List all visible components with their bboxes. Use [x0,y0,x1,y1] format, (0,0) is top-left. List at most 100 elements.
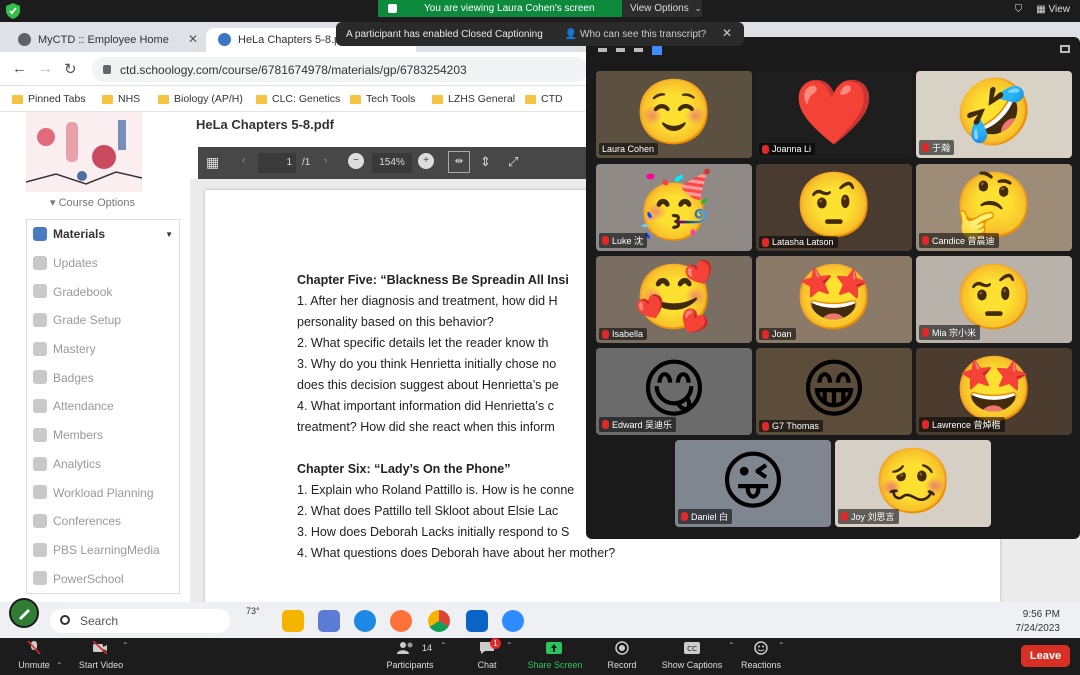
zoom-in-icon[interactable]: + [418,153,434,169]
outlook-icon[interactable] [466,610,488,632]
participant-tile[interactable]: 🥳 Luke 沈 [596,164,752,251]
fit-height-icon[interactable]: ⇕ [480,154,491,170]
recording-info-icon[interactable]: ⛉ [1015,4,1023,15]
firefox-icon[interactable] [390,610,412,632]
participant-name: Mia 宗小米 [932,328,977,338]
weather-widget[interactable]: 73° [246,606,260,616]
sidebar-item-attendance[interactable]: Attendance [27,392,179,421]
participant-tile[interactable]: 🤔 Candice 曾晨迪 [916,164,1072,251]
sidebar-item-mastery[interactable]: Mastery [27,335,179,364]
participants-button[interactable]: 14 Participants [382,638,438,675]
chat-button[interactable]: 1 Chat [472,638,502,675]
record-button[interactable]: Record [604,638,640,675]
layout-speaker-icon[interactable] [598,48,607,52]
sidebar-item-powerschool[interactable]: PowerSchool [27,564,179,593]
pdf-question-line: 4. What questions does Deborah have abou… [297,546,616,560]
bookmark-nhs[interactable]: NHS [102,93,140,105]
unmute-button[interactable]: Unmute [14,638,54,675]
sidebar-item-pbs-learningmedia[interactable]: PBS LearningMedia [27,536,179,565]
shield-check-icon[interactable] [6,3,20,19]
sidebar-item-materials[interactable]: Materials ▼ [27,220,179,249]
layout-strip-icon[interactable] [616,48,625,52]
sidebar-item-analytics[interactable]: Analytics [27,450,179,479]
participant-tile[interactable]: 🥴 Joy 刘思言 [835,440,991,527]
menu-item-icon [33,284,47,299]
share-screen-button[interactable]: Share Screen [524,638,586,675]
participant-tile[interactable]: 😜 Daniel 白 [675,440,831,527]
who-can-see-link[interactable]: 👤 Who can see this transcript? [565,29,706,40]
course-options-link[interactable]: ▾ Course Options [50,196,135,209]
tab-employee-home[interactable]: MyCTD :: Employee Home ✕ [6,28,206,52]
participant-tile[interactable]: 🥰 Isabella [596,256,752,343]
bookmark-tech-tools[interactable]: Tech Tools [350,93,415,105]
layout-side-icon[interactable] [634,48,643,52]
participant-tile[interactable]: 🤨 Latasha Latson [756,164,912,251]
back-icon[interactable]: ← [12,60,27,77]
sidebar-item-gradebook[interactable]: Gradebook [27,277,179,306]
zoom-out-icon[interactable]: − [348,153,364,169]
taskbar-search[interactable]: Search [50,609,230,633]
audio-options-caret[interactable]: ⌃ [56,638,63,675]
participant-tile[interactable]: ☺️ Laura Cohen [596,71,752,158]
next-page-icon[interactable]: › [324,155,327,166]
forward-icon[interactable]: → [38,60,53,77]
thumbnails-icon[interactable]: ▦ [206,154,219,171]
exit-fullscreen-icon[interactable] [1060,45,1070,53]
photos-icon[interactable] [318,610,340,632]
bookmark-label: CTD [541,93,563,105]
edge-icon[interactable] [354,610,376,632]
sidebar-item-updates[interactable]: Updates [27,249,179,278]
participant-tile[interactable]: 🤩 Joan [756,256,912,343]
bookmark-clc-genetics[interactable]: CLC: Genetics [256,93,340,105]
participant-tile[interactable]: 😋 Edward 吴迪乐 [596,348,752,435]
video-options-caret[interactable]: ⌃ [122,638,129,675]
layout-gallery-icon[interactable] [652,45,662,55]
close-tab-icon[interactable]: ✕ [188,32,198,46]
file-explorer-icon[interactable] [282,610,304,632]
menu-item-icon [33,456,47,471]
captions-options-caret[interactable]: ⌃ [728,638,735,675]
bookmark-lzhs-general[interactable]: LZHS General [432,93,515,105]
participant-name-tag: Lawrence 曾焯楷 [919,417,1005,432]
close-icon[interactable]: ✕ [722,26,732,40]
fullscreen-icon[interactable]: ⤢ [508,154,518,170]
fit-width-icon[interactable]: ⇹ [448,151,470,173]
system-clock[interactable]: 9:56 PM 7/24/2023 [1016,608,1061,636]
chrome-icon[interactable] [428,610,450,632]
mic-off-icon [922,420,929,429]
view-button[interactable]: ▦ View [1036,4,1070,15]
sidebar-item-label: Analytics [53,456,102,471]
participant-name: Joanna Li [772,144,812,154]
participant-tile[interactable]: 🤨 Mia 宗小米 [916,256,1072,343]
page-number-input[interactable]: 1 [258,153,296,173]
leave-button[interactable]: Leave [1021,645,1070,667]
show-captions-button[interactable]: CC Show Captions [658,638,726,675]
sidebar-item-label: Grade Setup [53,313,122,328]
annotate-pen-button[interactable] [9,598,39,628]
bookmark-biology[interactable]: Biology (AP/H) [158,93,243,105]
start-video-button[interactable]: Start Video [74,638,128,675]
bookmark-ctd[interactable]: CTD [525,93,563,105]
viewing-screen-banner: You are viewing Laura Cohen's screen [378,0,622,17]
participant-tile[interactable]: 🤣 于瀚 [916,71,1072,158]
participant-name: Daniel 白 [691,512,729,522]
participant-tile[interactable]: ❤️ Joanna Li [756,71,912,158]
prev-page-icon[interactable]: ‹ [242,155,245,166]
sidebar-item-badges[interactable]: Badges [27,363,179,392]
view-options-button[interactable]: View Options ⌄ [622,0,702,17]
sidebar-item-workload-planning[interactable]: Workload Planning [27,478,179,507]
chat-options-caret[interactable]: ⌃ [506,638,513,675]
sidebar-item-members[interactable]: Members [27,421,179,450]
participants-options-caret[interactable]: ⌃ [440,638,447,675]
participant-tile[interactable]: 😁 G7 Thomas [756,348,912,435]
participant-tile[interactable]: 🤩 Lawrence 曾焯楷 [916,348,1072,435]
sidebar-item-grade-setup[interactable]: Grade Setup [27,306,179,335]
menu-item-icon [33,542,47,557]
zoom-icon[interactable] [502,610,524,632]
bookmark-pinned-tabs[interactable]: Pinned Tabs [12,93,86,105]
zoom-level[interactable]: 154% [372,153,412,173]
sidebar-item-conferences[interactable]: Conferences [27,507,179,536]
reload-icon[interactable]: ↻ [64,60,77,78]
address-bar[interactable]: ctd.schoology.com/course/6781674978/mate… [92,57,588,82]
reactions-options-caret[interactable]: ⌃ [778,638,785,675]
